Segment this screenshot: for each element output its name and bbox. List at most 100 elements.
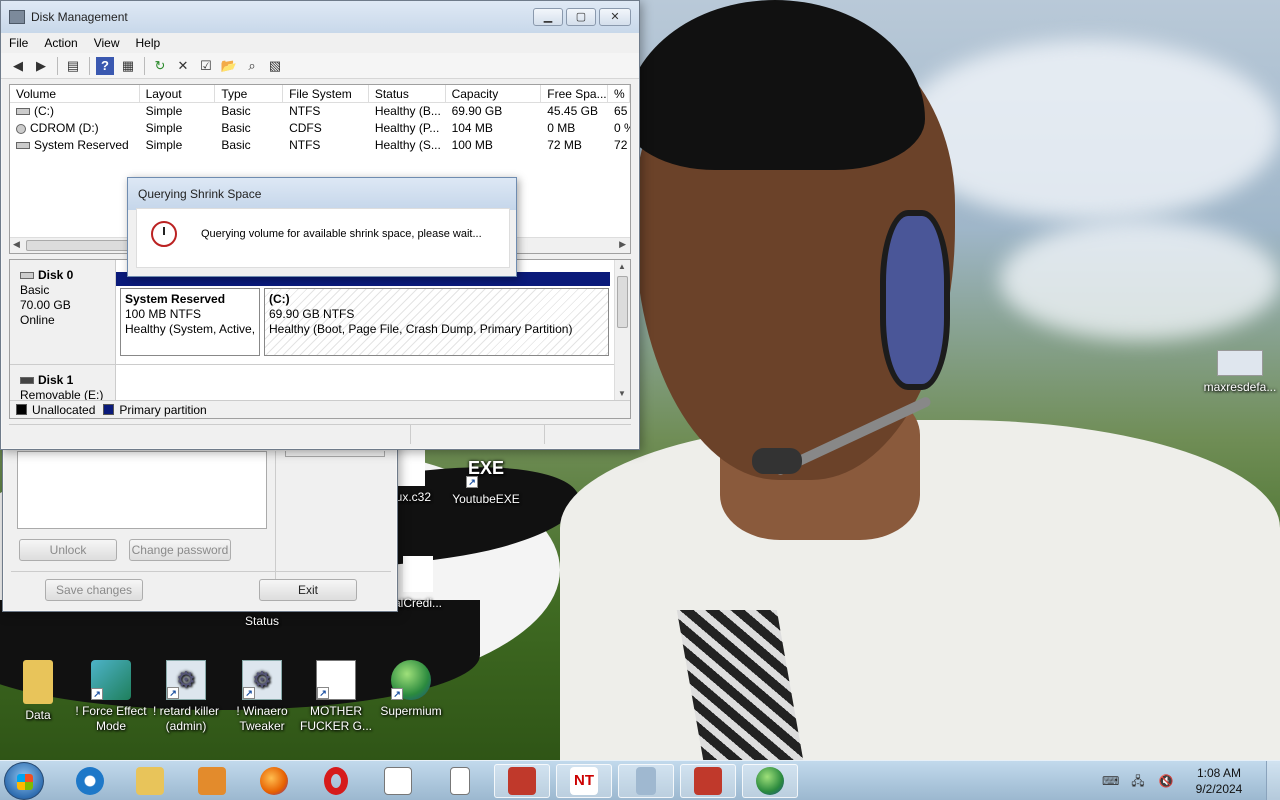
- taskbar-window-app[interactable]: [370, 764, 426, 798]
- taskbar-supermium[interactable]: [742, 764, 798, 798]
- save-changes-button[interactable]: Save changes: [45, 579, 143, 601]
- table-row[interactable]: System Reserved Simple Basic NTFS Health…: [10, 137, 630, 154]
- menu-action[interactable]: Action: [44, 36, 77, 50]
- check-icon[interactable]: ☑: [197, 57, 215, 75]
- disk-1-label[interactable]: Disk 1 Removable (E:): [10, 365, 116, 405]
- volume-muted-icon[interactable]: 🔇: [1158, 774, 1174, 788]
- scrollbar-thumb[interactable]: [617, 276, 628, 328]
- partition-status: Healthy (System, Active,: [125, 322, 255, 336]
- desktop-icon-supermium[interactable]: ↗ Supermium: [373, 660, 449, 719]
- keyboard-icon[interactable]: ⌨: [1102, 774, 1119, 788]
- desktop-icon-youtubeexe[interactable]: EXE ↗ YoutubeEXE: [448, 448, 524, 507]
- refresh-icon[interactable]: ↻: [151, 57, 169, 75]
- open-folder-icon[interactable]: 📂: [220, 57, 238, 75]
- menu-file[interactable]: File: [9, 36, 28, 50]
- partition-c[interactable]: (C:) 69.90 GB NTFS Healthy (Boot, Page F…: [264, 288, 609, 356]
- internet-explorer-icon: [76, 767, 104, 795]
- menu-view[interactable]: View: [94, 36, 120, 50]
- password-list-box[interactable]: [17, 451, 267, 529]
- menu-help[interactable]: Help: [136, 36, 161, 50]
- export-list-icon[interactable]: ▧: [266, 57, 284, 75]
- taskbar-calculator[interactable]: [618, 764, 674, 798]
- taskbar-firefox[interactable]: [246, 764, 302, 798]
- desktop-icon-mother[interactable]: ↗ MOTHER FUCKER G...: [298, 660, 374, 734]
- desktop-icon-label: MOTHER FUCKER G...: [299, 704, 372, 733]
- exit-button[interactable]: Exit: [259, 579, 357, 601]
- desktop-icon-data[interactable]: Data: [0, 660, 76, 723]
- scroll-up-icon[interactable]: ▲: [618, 262, 626, 271]
- scroll-right-icon[interactable]: ▶: [619, 239, 626, 250]
- legend-label: Unallocated: [32, 402, 96, 417]
- cell-file-system: NTFS: [289, 104, 321, 118]
- cell-volume: CDROM (D:): [30, 121, 99, 135]
- shortcut-arrow-icon: ↗: [91, 688, 103, 700]
- unlock-button[interactable]: Unlock: [19, 539, 117, 561]
- help-icon[interactable]: ?: [96, 56, 114, 75]
- column-capacity[interactable]: Capacity: [446, 85, 542, 102]
- window-titlebar[interactable]: Disk Management ▁ ▢ ✕: [1, 1, 639, 33]
- wallpaper-headset: [880, 210, 950, 390]
- dialog-body: Querying volume for available shrink spa…: [136, 208, 510, 268]
- forward-arrow-icon[interactable]: ▶: [32, 57, 50, 75]
- scroll-left-icon[interactable]: ◀: [13, 239, 20, 250]
- disk-name: Disk 1: [38, 373, 74, 387]
- maximize-button[interactable]: ▢: [566, 8, 596, 26]
- table-row[interactable]: CDROM (D:) Simple Basic CDFS Healthy (P.…: [10, 120, 630, 137]
- taskbar-nt-password-app[interactable]: NT: [556, 764, 612, 798]
- cell-free-space: 72 MB: [547, 138, 582, 152]
- delete-icon[interactable]: ✕: [174, 57, 192, 75]
- status-pane: [411, 425, 545, 444]
- desktop-icon-maxres[interactable]: maxresdefa...: [1198, 350, 1280, 395]
- network-icon[interactable]: 🖧: [1130, 774, 1146, 788]
- desktop-icon-force-effect[interactable]: ↗ ! Force Effect Mode: [73, 660, 149, 734]
- taskbar-explorer[interactable]: [122, 764, 178, 798]
- clock[interactable]: 1:08 AM 9/2/2024: [1186, 765, 1252, 797]
- shortcut-arrow-icon: ↗: [317, 687, 329, 699]
- start-button[interactable]: [4, 762, 44, 800]
- minimize-button[interactable]: ▁: [533, 8, 563, 26]
- column-layout[interactable]: Layout: [140, 85, 216, 102]
- taskbar-opera[interactable]: [308, 764, 364, 798]
- disk-0-label[interactable]: Disk 0 Basic 70.00 GB Online: [10, 260, 116, 364]
- column-volume[interactable]: Volume: [10, 85, 140, 102]
- taskbar-internet-explorer[interactable]: [62, 764, 118, 798]
- taskbar-disk-management[interactable]: [680, 764, 736, 798]
- wallpaper-cloud: [1000, 220, 1280, 340]
- column-status[interactable]: Status: [369, 85, 446, 102]
- desktop-icon-winaero[interactable]: ⚙ ↗ ! Winaero Tweaker: [224, 660, 300, 734]
- divider: [11, 571, 391, 572]
- legend-swatch-unallocated: [16, 404, 27, 415]
- wallpaper-person-shirt: [560, 420, 1280, 760]
- back-arrow-icon[interactable]: ◀: [9, 57, 27, 75]
- file-icon: [395, 450, 425, 486]
- scrollbar-thumb[interactable]: [26, 240, 136, 251]
- cell-type: Basic: [221, 138, 251, 152]
- desktop-icon-retard-killer[interactable]: ⚙ ↗ ! retard killer (admin): [148, 660, 224, 734]
- taskbar-media-player[interactable]: [184, 764, 240, 798]
- show-hide-tree-icon[interactable]: ▤: [64, 57, 82, 75]
- column-file-system[interactable]: File System: [283, 85, 369, 102]
- column-type[interactable]: Type: [215, 85, 284, 102]
- cell-free-space: 45.45 GB: [547, 104, 598, 118]
- taskbar-file[interactable]: [432, 764, 488, 798]
- cell-percent-free: 72: [614, 138, 628, 152]
- vertical-scrollbar[interactable]: ▲ ▼: [614, 260, 630, 400]
- close-button[interactable]: ✕: [599, 8, 631, 26]
- desktop-icon-status[interactable]: Status: [224, 614, 300, 629]
- toolbox-icon: [694, 767, 722, 795]
- scroll-down-icon[interactable]: ▼: [618, 389, 626, 398]
- table-row[interactable]: (C:) Simple Basic NTFS Healthy (B... 69.…: [10, 103, 630, 120]
- shortcut-arrow-icon: ↗: [466, 476, 478, 488]
- taskbar-toolbox-app[interactable]: [494, 764, 550, 798]
- column-percent-free[interactable]: % F: [608, 85, 630, 102]
- partition-system-reserved[interactable]: System Reserved 100 MB NTFS Healthy (Sys…: [120, 288, 260, 356]
- properties-icon[interactable]: ▦: [119, 57, 137, 75]
- youtube-exe-icon: EXE ↗: [466, 458, 505, 488]
- cell-capacity: 69.90 GB: [451, 104, 503, 118]
- search-icon[interactable]: ⌕: [243, 57, 261, 75]
- column-free-space[interactable]: Free Spa...: [541, 85, 609, 102]
- change-password-button[interactable]: Change password: [129, 539, 231, 561]
- gear-window-icon: ⚙ ↗: [242, 660, 282, 700]
- folder-icon: [136, 767, 164, 795]
- show-desktop-button[interactable]: [1266, 761, 1280, 800]
